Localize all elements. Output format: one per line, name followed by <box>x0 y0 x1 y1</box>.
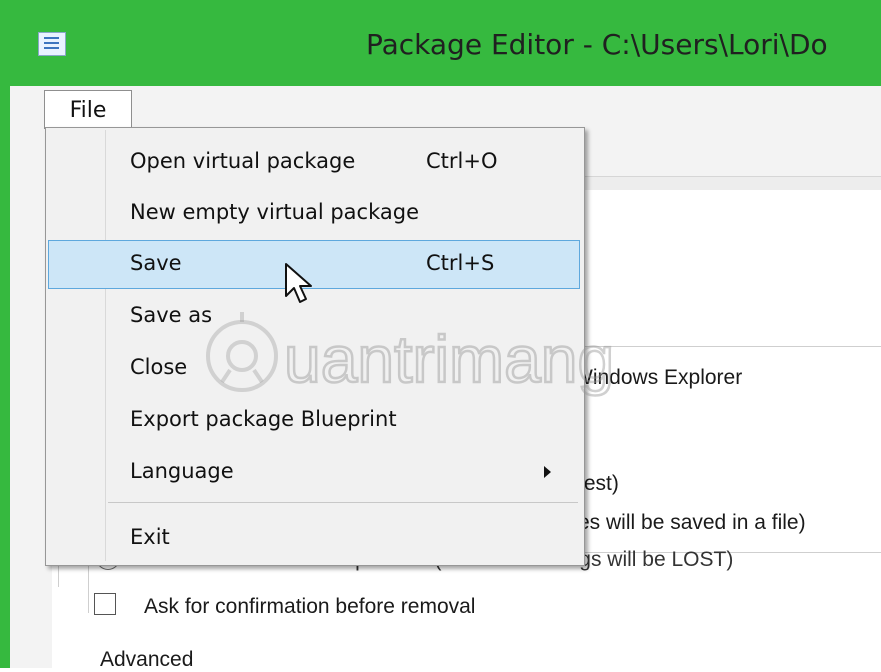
option-saved-text: es will be saved in a file) <box>578 511 806 534</box>
menu-item-exit[interactable]: Exit <box>48 514 580 563</box>
file-menu-dropdown: Open virtual package Ctrl+O New empty vi… <box>45 127 585 566</box>
menu-bar: File <box>10 86 881 130</box>
confirm-removal-label: Ask for confirmation before removal <box>144 595 476 618</box>
menu-item-close[interactable]: Close <box>48 344 580 393</box>
menu-item-open[interactable]: Open virtual package Ctrl+O <box>48 138 580 187</box>
advanced-label: Advanced <box>98 648 196 672</box>
menu-item-new[interactable]: New empty virtual package <box>48 189 580 238</box>
confirm-removal-checkbox[interactable] <box>94 593 116 615</box>
option-explorer-text: Windows Explorer <box>573 366 743 389</box>
menu-file[interactable]: File <box>44 90 132 129</box>
window-title: Package Editor - C:\Users\Lori\Do <box>366 28 828 61</box>
title-bar[interactable]: Package Editor - C:\Users\Lori\Do <box>0 0 881 86</box>
mouse-pointer-icon <box>285 263 312 303</box>
app-icon[interactable] <box>38 32 66 56</box>
menu-item-language[interactable]: Language <box>48 448 580 497</box>
submenu-arrow-icon <box>544 466 551 478</box>
menu-separator <box>108 502 578 503</box>
menu-item-export-blueprint[interactable]: Export package Blueprint <box>48 396 580 445</box>
